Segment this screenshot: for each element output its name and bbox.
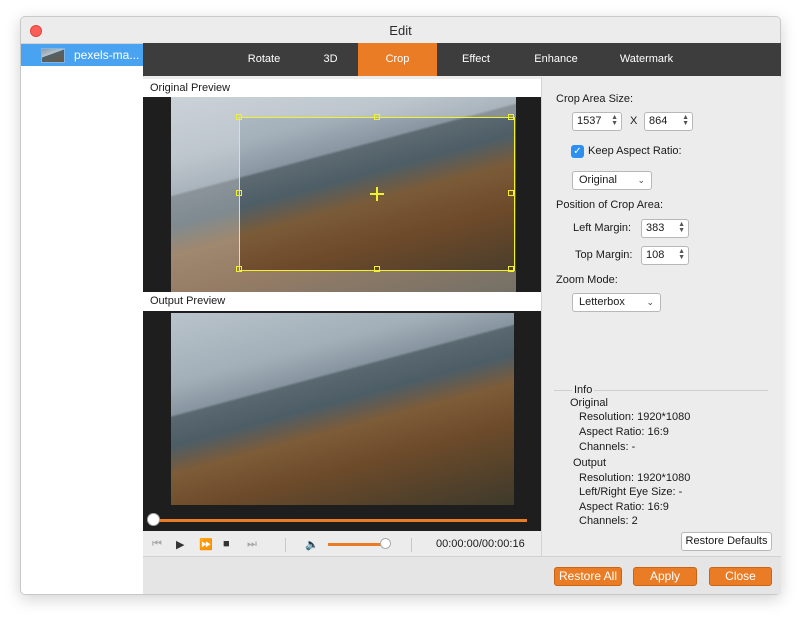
spinner-arrows-icon[interactable]: ▲ ▼ xyxy=(678,221,685,234)
original-video-frame xyxy=(171,97,516,292)
volume-slider[interactable] xyxy=(328,543,386,546)
tab-watermark[interactable]: Watermark xyxy=(597,43,696,76)
left-margin-label: Left Margin: xyxy=(573,222,632,234)
crop-handle-top-right[interactable] xyxy=(508,114,514,120)
zoom-mode-value: Letterbox xyxy=(579,296,625,308)
skip-forward-icon[interactable]: ⏭ xyxy=(247,538,257,551)
output-preview-label: Output Preview xyxy=(143,292,541,311)
crop-size-separator: X xyxy=(630,115,638,127)
crop-mask-left xyxy=(171,97,239,292)
crop-center-crosshair-icon[interactable] xyxy=(370,187,384,201)
crop-width-input[interactable]: 1537 ▲ ▼ xyxy=(572,112,622,131)
volume-knob[interactable] xyxy=(380,538,391,549)
info-output-resolution: Resolution: 1920*1080 xyxy=(579,472,691,484)
stop-icon[interactable]: ■ xyxy=(223,538,230,550)
spinner-arrows-icon[interactable]: ▲ ▼ xyxy=(611,114,618,127)
info-output-aspect: Aspect Ratio: 16:9 xyxy=(579,501,669,513)
crop-handle-bottom[interactable] xyxy=(374,266,380,272)
crop-handle-top[interactable] xyxy=(374,114,380,120)
timeline-playhead[interactable] xyxy=(147,513,160,526)
crop-area-size-label: Crop Area Size: xyxy=(556,93,634,105)
info-title: Info xyxy=(572,384,595,396)
info-output-eye-size: Left/Right Eye Size: - xyxy=(579,486,683,498)
checkmark-icon: ✓ xyxy=(573,146,582,157)
crop-height-value: 864 xyxy=(649,115,668,127)
play-icon[interactable]: ▶ xyxy=(176,538,184,551)
tab-crop[interactable]: Crop xyxy=(358,43,437,76)
tab-enhance[interactable]: Enhance xyxy=(515,43,597,76)
spinner-arrows-icon[interactable]: ▲ ▼ xyxy=(678,248,685,261)
edit-tab-bar: Rotate 3D Crop Effect Enhance Watermark xyxy=(143,43,781,76)
tab-3d[interactable]: 3D xyxy=(303,43,358,76)
crop-settings-panel: Crop Area Size: 1537 ▲ ▼ X 864 ▲ ▼ ✓ Keep … xyxy=(541,77,781,556)
info-original-aspect: Aspect Ratio: 16:9 xyxy=(579,426,669,438)
info-output-heading: Output xyxy=(573,457,607,469)
crop-handle-left[interactable] xyxy=(236,190,242,196)
timeline-scrubber[interactable] xyxy=(143,506,541,531)
crop-handle-top-left[interactable] xyxy=(236,114,242,120)
crop-handle-bottom-left[interactable] xyxy=(236,266,242,272)
top-margin-label: Top Margin: xyxy=(575,249,633,261)
crop-frame[interactable] xyxy=(236,114,515,272)
crop-width-value: 1537 xyxy=(577,115,602,127)
chevron-down-icon: ⌄ xyxy=(637,175,645,185)
sidebar-item-file[interactable]: pexels-ma... xyxy=(21,44,144,66)
keep-aspect-ratio-checkbox[interactable]: ✓ xyxy=(571,145,584,158)
aspect-ratio-value: Original xyxy=(579,174,617,186)
controls-divider xyxy=(411,538,412,552)
preview-area: Original Preview Output Preview xyxy=(143,77,541,547)
playback-controls: ⏮ ▶ ⏩ ■ ⏭ 🔈 00:00:00/00:00:16 xyxy=(143,532,541,558)
output-preview xyxy=(143,311,541,522)
tab-rotate[interactable]: Rotate xyxy=(225,43,303,76)
volume-icon[interactable]: 🔈 xyxy=(305,538,319,551)
zoom-mode-select[interactable]: Letterbox ⌄ xyxy=(572,293,661,312)
fast-forward-icon[interactable]: ⏩ xyxy=(199,538,213,551)
crop-handle-bottom-right[interactable] xyxy=(508,266,514,272)
original-preview xyxy=(143,97,541,292)
video-thumbnail xyxy=(41,47,65,63)
spinner-arrows-icon[interactable]: ▲ ▼ xyxy=(682,114,689,127)
top-margin-input[interactable]: 108 ▲ ▼ xyxy=(641,246,689,265)
keep-aspect-ratio-label: Keep Aspect Ratio: xyxy=(588,145,682,157)
crop-mask-bottom xyxy=(239,271,516,292)
controls-divider xyxy=(285,538,286,552)
sidebar-item-label: pexels-ma... xyxy=(74,48,140,62)
left-margin-value: 383 xyxy=(646,222,665,234)
top-margin-value: 108 xyxy=(646,249,665,261)
restore-defaults-button[interactable]: Restore Defaults xyxy=(681,532,772,551)
info-original-channels: Channels: - xyxy=(579,441,636,453)
original-preview-label: Original Preview xyxy=(143,79,541,98)
file-list-sidebar: pexels-ma... xyxy=(21,44,144,594)
info-output-channels: Channels: 2 xyxy=(579,515,638,527)
crop-handle-right[interactable] xyxy=(508,190,514,196)
restore-all-button[interactable]: Restore All xyxy=(554,567,622,586)
chevron-down-icon: ⌄ xyxy=(646,297,654,307)
window-title: Edit xyxy=(389,23,412,38)
crop-height-input[interactable]: 864 ▲ ▼ xyxy=(644,112,693,131)
apply-button[interactable]: Apply xyxy=(633,567,697,586)
left-margin-input[interactable]: 383 ▲ ▼ xyxy=(641,219,689,238)
info-original-heading: Original xyxy=(570,397,608,409)
timecode: 00:00:00/00:00:16 xyxy=(436,538,525,550)
skip-back-icon[interactable]: ⏮ xyxy=(152,538,162,551)
tab-effect[interactable]: Effect xyxy=(437,43,515,76)
zoom-mode-label: Zoom Mode: xyxy=(556,274,618,286)
output-video-frame xyxy=(171,313,514,505)
position-label: Position of Crop Area: xyxy=(556,199,664,211)
aspect-ratio-select[interactable]: Original ⌄ xyxy=(572,171,652,190)
info-original-resolution: Resolution: 1920*1080 xyxy=(579,411,691,423)
timeline-track[interactable] xyxy=(153,519,527,522)
title-bar: Edit xyxy=(21,17,780,44)
close-button[interactable]: Close xyxy=(709,567,772,586)
